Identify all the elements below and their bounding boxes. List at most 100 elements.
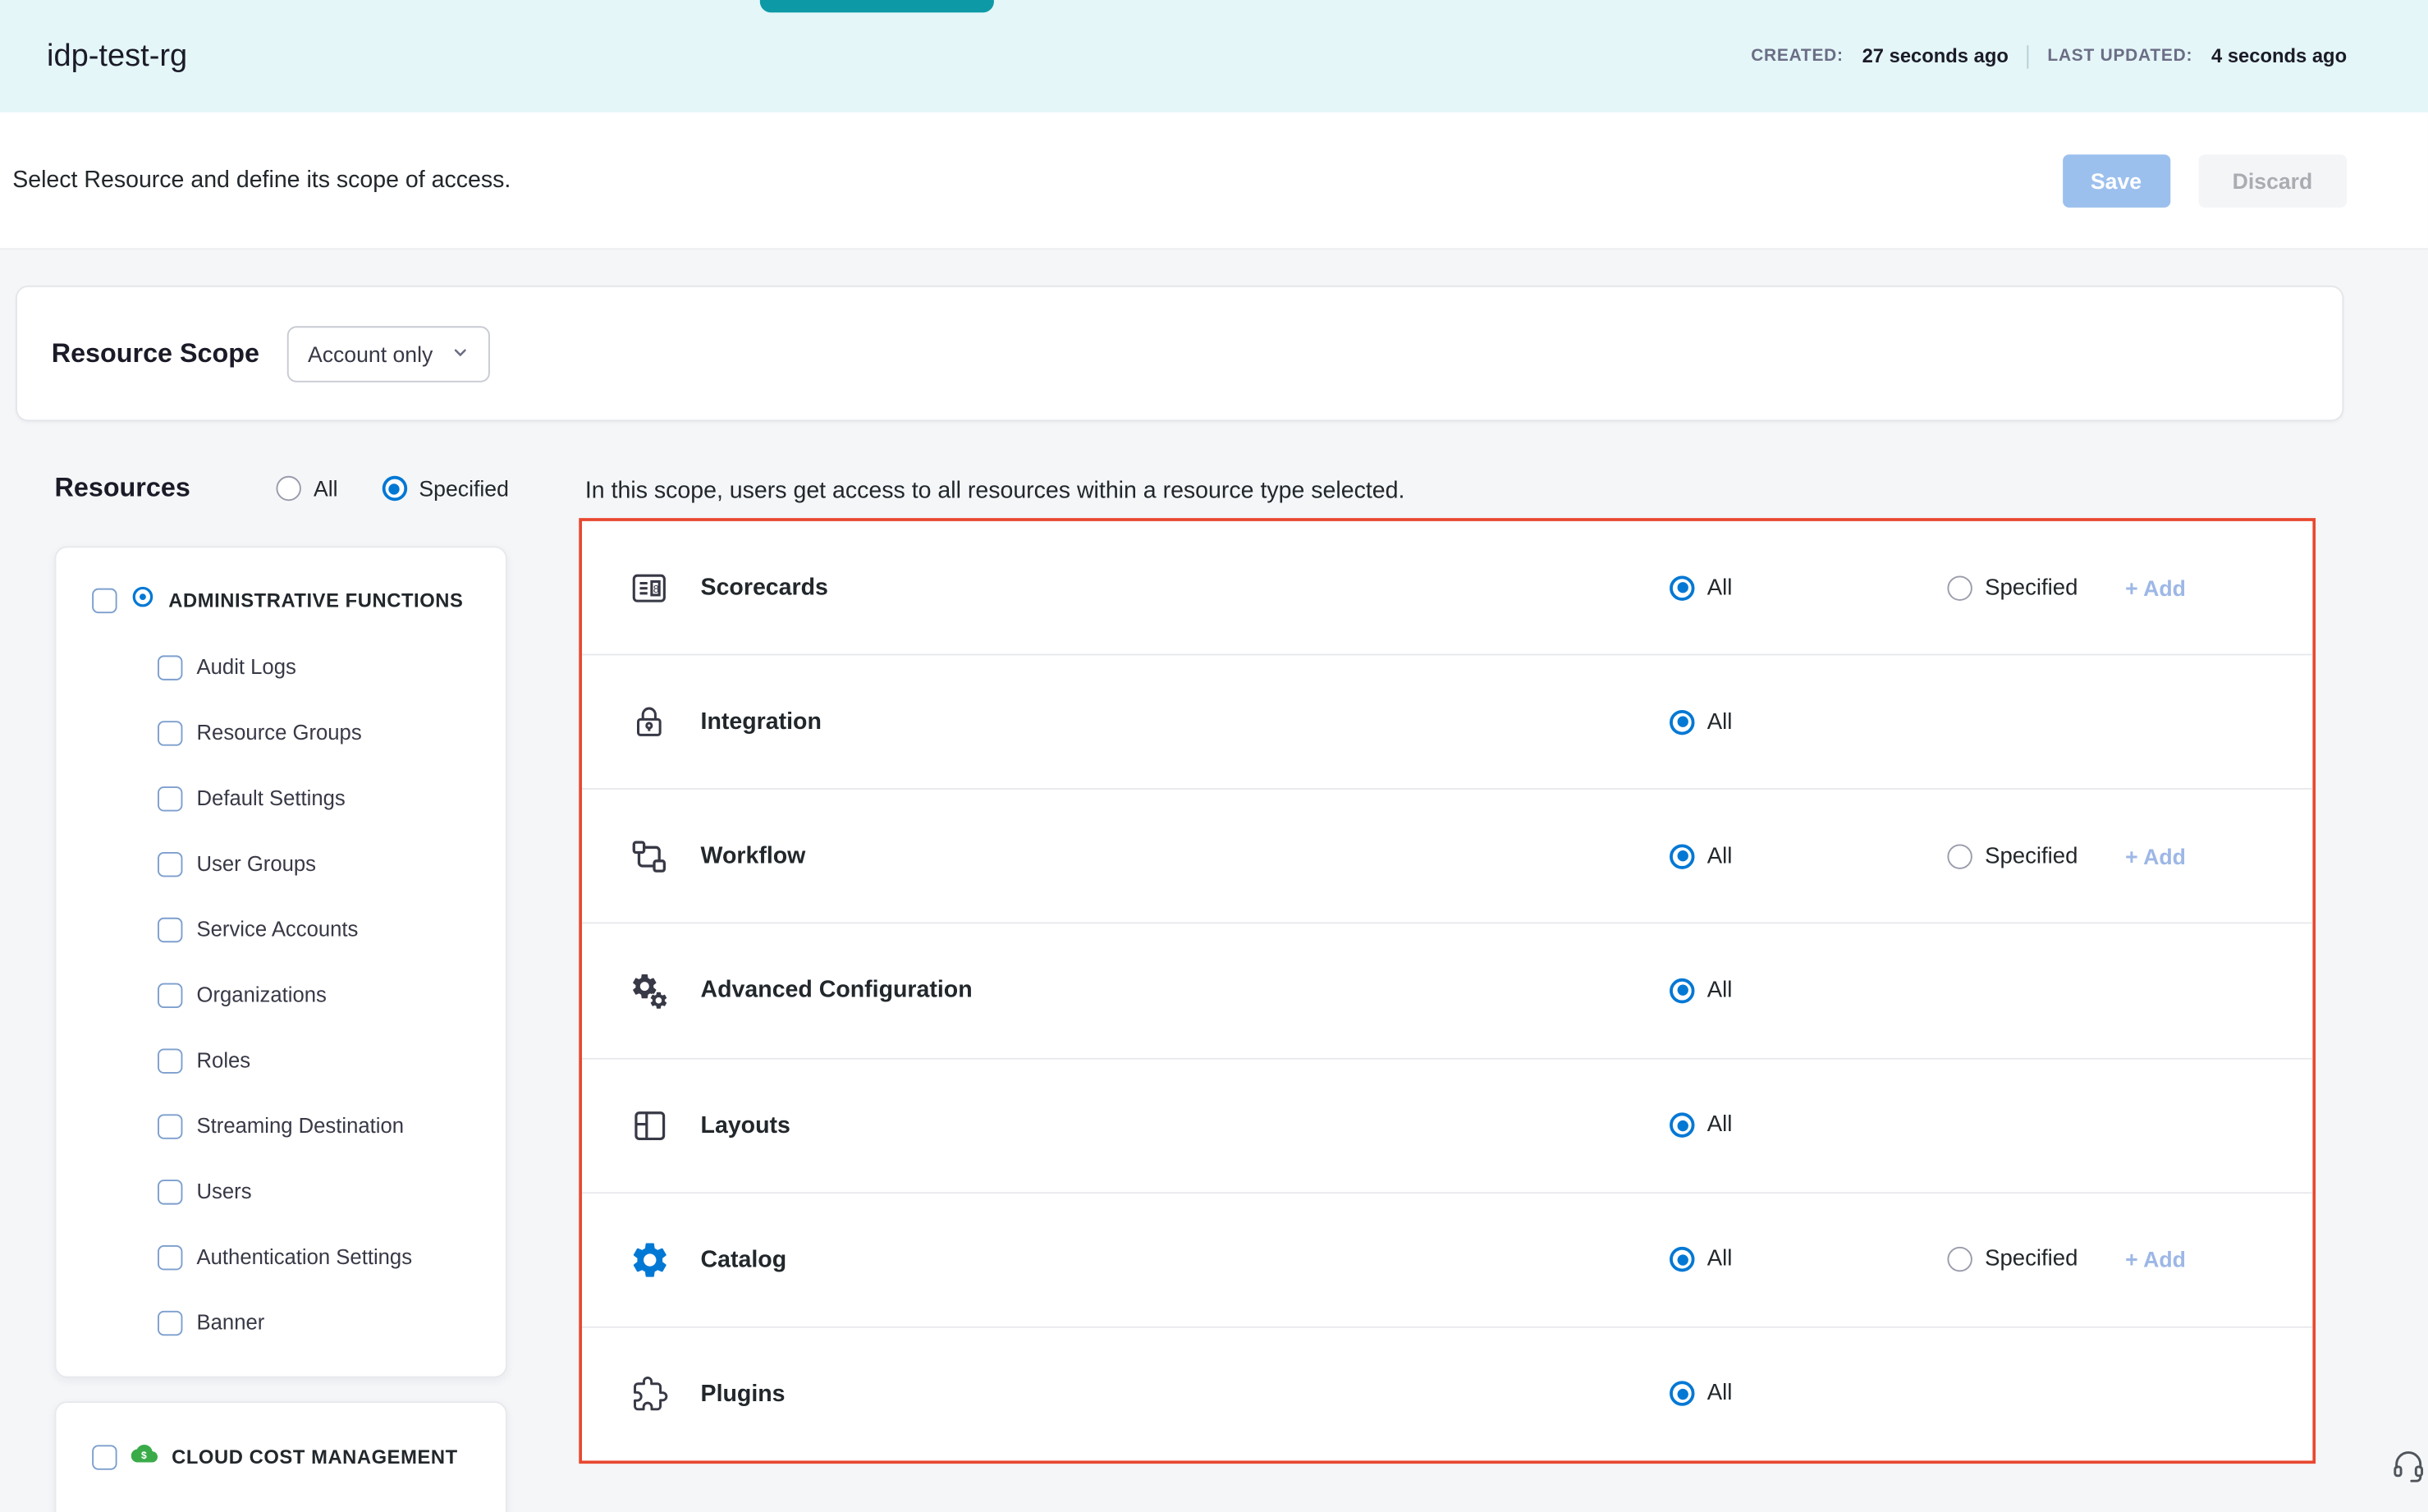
radio-circle-checked (1670, 709, 1694, 734)
item-label: Streaming Destination (197, 1114, 405, 1139)
radio-all[interactable]: All (1670, 1381, 1947, 1406)
radio-all[interactable]: All (1670, 978, 1947, 1003)
item-label: Organizations (197, 983, 327, 1008)
help-headset-icon[interactable] (2390, 1448, 2426, 1491)
list-item[interactable]: Roles (56, 1029, 505, 1094)
item-checkbox[interactable] (158, 1180, 182, 1204)
group-header-administrative-functions: ADMINISTRATIVE FUNCTIONS (56, 548, 505, 635)
group-checkbox[interactable] (92, 589, 117, 613)
list-item[interactable]: Audit Logs (56, 635, 505, 701)
discard-button[interactable]: Discard (2198, 153, 2347, 207)
resource-scope-selected-value: Account only (308, 341, 433, 365)
radio-specified-label: Specified (1985, 844, 2078, 868)
list-item[interactable]: Streaming Destination (56, 1094, 505, 1160)
radio-specified[interactable]: Specified (1947, 575, 2125, 600)
add-button[interactable]: + Add (2125, 575, 2212, 600)
row-controls: All (1670, 978, 2213, 1003)
list-item[interactable]: Service Accounts (56, 897, 505, 963)
resources-radio-specified[interactable]: Specified (382, 476, 509, 501)
resource-scope-dropdown[interactable]: Account only (287, 325, 490, 381)
radio-all-label: All (1707, 1381, 1733, 1406)
item-label: Audit Logs (197, 655, 296, 680)
list-item[interactable]: Recommendations (56, 1493, 505, 1512)
page-title: idp-test-rg (47, 39, 187, 75)
catalog-icon (625, 1239, 672, 1281)
item-checkbox[interactable] (158, 1048, 182, 1073)
radio-all-label: All (1707, 709, 1733, 734)
admin-functions-icon (131, 585, 155, 616)
item-label: Resource Groups (197, 721, 362, 745)
item-checkbox[interactable] (158, 983, 182, 1008)
row-controls: All (1670, 709, 2213, 734)
resources-radio-all[interactable]: All (276, 476, 337, 501)
item-checkbox[interactable] (158, 721, 182, 745)
item-checkbox[interactable] (158, 655, 182, 680)
list-item[interactable]: Banner (56, 1290, 505, 1356)
radio-specified-label: Specified (1985, 575, 2078, 600)
list-item[interactable]: Authentication Settings (56, 1225, 505, 1290)
radio-circle-checked (382, 476, 406, 501)
scope-description: In this scope, users get access to all r… (585, 478, 1405, 504)
scope-row-scorecards: 8 Scorecards All Specified + Add (582, 521, 2312, 656)
item-label: User Groups (197, 852, 316, 877)
radio-all[interactable]: All (1670, 844, 1947, 868)
radio-circle (1947, 844, 1972, 868)
radio-all[interactable]: All (1670, 1113, 1947, 1138)
resource-type-label: Layouts (701, 1112, 790, 1139)
item-checkbox[interactable] (158, 918, 182, 942)
radio-circle-checked (1670, 844, 1694, 868)
item-checkbox[interactable] (158, 1245, 182, 1270)
radio-specified-label: Specified (419, 476, 508, 501)
add-button[interactable]: + Add (2125, 844, 2212, 868)
radio-all-label: All (1707, 575, 1733, 600)
layouts-icon (625, 1106, 672, 1145)
list-item[interactable]: Users (56, 1159, 505, 1225)
resource-scope-label: Resource Scope (52, 338, 259, 369)
resources-title: Resources (55, 473, 190, 504)
item-checkbox[interactable] (158, 1114, 182, 1139)
group-checkbox[interactable] (92, 1445, 117, 1469)
radio-all-label: All (1707, 978, 1733, 1003)
radio-specified[interactable]: Specified (1947, 844, 2125, 868)
list-item[interactable]: Default Settings (56, 766, 505, 832)
scope-row-workflow: Workflow All Specified + Add (582, 790, 2312, 924)
radio-circle-checked (1670, 978, 1694, 1003)
integration-icon (625, 703, 672, 741)
radio-all-label: All (1707, 1247, 1733, 1271)
toolbar-actions: Save Discard (2062, 153, 2347, 207)
radio-all[interactable]: All (1670, 575, 1947, 600)
item-label: Default Settings (197, 786, 346, 811)
created-value: 27 seconds ago (1862, 45, 2009, 67)
last-updated-value: 4 seconds ago (2211, 45, 2347, 67)
radio-all-label: All (1707, 844, 1733, 868)
group-name: CLOUD COST MANAGEMENT (172, 1446, 458, 1468)
resource-type-label: Scorecards (701, 575, 828, 601)
radio-specified-label: Specified (1985, 1247, 2078, 1271)
radio-specified[interactable]: Specified (1947, 1247, 2125, 1271)
header-meta: CREATED: 27 seconds ago LAST UPDATED: 4 … (1751, 44, 2347, 68)
radio-circle-checked (1670, 1381, 1694, 1406)
group-header-cloud-cost-management: $ CLOUD COST MANAGEMENT (56, 1403, 505, 1493)
radio-circle-checked (1670, 1247, 1694, 1271)
item-checkbox[interactable] (158, 852, 182, 877)
radio-all[interactable]: All (1670, 1247, 1947, 1271)
row-controls: All Specified + Add (1670, 844, 2213, 868)
row-controls: All (1670, 1113, 2213, 1138)
workflow-icon (625, 836, 672, 877)
list-item[interactable]: User Groups (56, 832, 505, 897)
svg-text:$: $ (141, 1450, 147, 1461)
advanced-configuration-icon (625, 970, 672, 1010)
list-item[interactable]: Organizations (56, 963, 505, 1029)
save-button[interactable]: Save (2062, 153, 2169, 207)
radio-all-label: All (314, 476, 338, 501)
add-button[interactable]: + Add (2125, 1247, 2212, 1271)
resource-type-label: Catalog (701, 1246, 787, 1272)
scope-row-advanced-configuration: Advanced Configuration All (582, 924, 2312, 1059)
last-updated-label: LAST UPDATED: (2047, 47, 2192, 66)
list-item[interactable]: Resource Groups (56, 701, 505, 767)
radio-all[interactable]: All (1670, 709, 1947, 734)
item-checkbox[interactable] (158, 786, 182, 811)
radio-circle (1947, 1247, 1972, 1271)
item-checkbox[interactable] (158, 1311, 182, 1336)
group-name: ADMINISTRATIVE FUNCTIONS (168, 590, 463, 612)
